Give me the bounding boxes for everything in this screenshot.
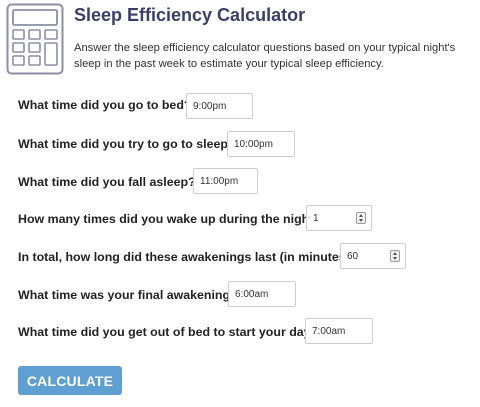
- page-description: Answer the sleep efficiency calculator q…: [74, 42, 456, 70]
- calculator-header: Sleep Efficiency Calculator Answer the s…: [0, 0, 480, 80]
- question-bedtime-label: What time did you go to bed?: [18, 98, 192, 112]
- wake-count-stepper[interactable]: 1: [306, 205, 372, 231]
- try-sleep-input[interactable]: [227, 131, 295, 157]
- out-of-bed-input[interactable]: [305, 318, 373, 344]
- question-wake-count-label: How many times did you wake up during th…: [18, 212, 321, 226]
- calculate-button[interactable]: CALCULATE: [18, 366, 122, 395]
- wake-count-value: 1: [313, 213, 319, 224]
- spinner-arrows-icon[interactable]: [390, 250, 400, 262]
- spinner-arrows-icon[interactable]: [356, 212, 366, 224]
- awake-minutes-value: 60: [347, 251, 359, 262]
- fall-asleep-input[interactable]: [193, 168, 258, 194]
- question-final-awakening-label: What time was your final awakening?: [18, 288, 238, 302]
- question-awake-minutes-label: In total, how long did these awakenings …: [18, 250, 358, 264]
- bedtime-input[interactable]: [186, 93, 253, 119]
- calculator-icon: [6, 3, 64, 75]
- question-try-sleep-label: What time did you try to go to sleep?: [18, 137, 236, 151]
- final-awakening-input[interactable]: [228, 281, 296, 307]
- question-out-of-bed-label: What time did you get out of bed to star…: [18, 325, 319, 339]
- page-title: Sleep Efficiency Calculator: [74, 5, 306, 25]
- question-fall-asleep-label: What time did you fall asleep?: [18, 175, 196, 189]
- awake-minutes-stepper[interactable]: 60: [340, 243, 406, 269]
